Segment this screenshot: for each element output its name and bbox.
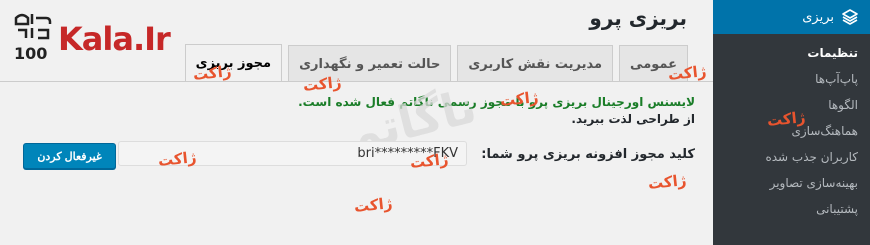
- watermark-text: ژاکت: [302, 73, 343, 95]
- sidebar-item-leads[interactable]: کاربران جذب شده: [713, 144, 870, 170]
- site-logo: 100 Kala.Ir: [12, 12, 174, 70]
- tab-role-manager[interactable]: مدیریت نقش کاربری: [457, 45, 614, 82]
- layers-icon: [840, 7, 860, 27]
- current-menu-arrow: [705, 9, 713, 25]
- settings-tabs: عمومی مدیریت نقش کاربری حالت تعمیر و نگه…: [184, 44, 688, 82]
- sidebar-item-popups[interactable]: پاپ‌آپ‌ها: [713, 66, 870, 92]
- deactivate-button[interactable]: غیرفعال کردن: [23, 143, 116, 169]
- license-key-label: کلید مجوز افزونه بریزی پرو شما:: [481, 147, 695, 162]
- logo-number: 100: [14, 44, 48, 63]
- sidebar-item-settings[interactable]: تنظیمات: [713, 40, 870, 66]
- sidebar-top-label: بریزی: [802, 9, 834, 25]
- page-title: بریزی پرو: [589, 6, 687, 30]
- sidebar-item-support[interactable]: پشتیبانی: [713, 196, 870, 222]
- watermark-text: ژاکت: [647, 171, 688, 193]
- logo-mark-icon: [14, 13, 52, 40]
- sidebar-item-brizy[interactable]: بریزی: [705, 0, 870, 34]
- sidebar-item-image-optimizer[interactable]: بهینه‌سازی تصاویر: [713, 170, 870, 196]
- tabs-divider: [0, 81, 713, 82]
- logo-wordmark: Kala.Ir: [58, 20, 171, 58]
- watermark-text: ژاکت: [157, 148, 198, 170]
- sidebar-submenu: تنظیمات پاپ‌آپ‌ها الگوها هماهنگ‌سازی کار…: [713, 34, 870, 245]
- watermark-text: ژاکت: [353, 194, 394, 216]
- watermark-text: ژاکت: [409, 150, 450, 172]
